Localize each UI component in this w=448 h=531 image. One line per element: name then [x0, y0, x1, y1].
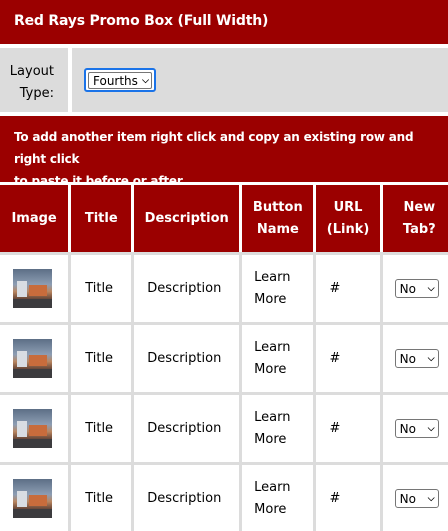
description-cell[interactable]: Description	[131, 462, 240, 531]
building-photo-thumbnail[interactable]	[13, 339, 52, 378]
image-cell[interactable]	[0, 462, 69, 531]
chevron-down-icon: ⌵	[427, 353, 435, 364]
url-cell[interactable]: #	[313, 322, 380, 392]
new-tab-cell: No ⌵	[379, 462, 448, 531]
image-cell[interactable]	[0, 252, 69, 322]
column-header-title: Title	[68, 182, 132, 252]
column-header-description: Description	[131, 182, 240, 252]
url-cell[interactable]: #	[313, 252, 380, 322]
page-header: Red Rays Promo Box (Full Width)	[0, 0, 448, 44]
header-title: Red Rays Promo Box (Full Width)	[14, 13, 269, 29]
table-row: Title Description Learn More # No ⌵	[0, 462, 448, 531]
column-header-image: Image	[0, 182, 69, 252]
chevron-down-icon: ⌵	[427, 423, 435, 434]
new-tab-select[interactable]: No ⌵	[394, 419, 439, 438]
table-header-row: Image Title Description Button Name URL (L…	[0, 182, 448, 252]
column-header-button-name: Button Name	[239, 182, 314, 252]
new-tab-select[interactable]: No ⌵	[394, 279, 439, 298]
layout-type-select[interactable]: Fourths ⌵	[88, 72, 152, 89]
new-tab-select[interactable]: No ⌵	[394, 489, 439, 508]
new-tab-cell: No ⌵	[379, 252, 448, 322]
building-photo-thumbnail[interactable]	[13, 269, 52, 308]
description-cell[interactable]: Description	[131, 392, 240, 462]
chevron-down-icon: ⌵	[427, 493, 435, 504]
chevron-down-icon: ⌵	[427, 283, 435, 294]
button-name-cell[interactable]: Learn More	[239, 392, 314, 462]
building-photo-thumbnail[interactable]	[13, 479, 52, 518]
button-name-cell[interactable]: Learn More	[239, 462, 314, 531]
title-cell[interactable]: Title	[68, 392, 132, 462]
layout-type-select-focus[interactable]: Fourths ⌵	[84, 68, 156, 92]
url-cell[interactable]: #	[313, 392, 380, 462]
button-name-cell[interactable]: Learn More	[239, 322, 314, 392]
table-row: Title Description Learn More # No ⌵	[0, 322, 448, 392]
layout-type-value: Fourths	[93, 73, 138, 88]
column-header-url: URL (Link)	[313, 182, 380, 252]
button-name-cell[interactable]: Learn More	[239, 252, 314, 322]
column-header-new-tab: New Tab?	[379, 182, 448, 252]
instructions-line1: To add another item right click and copy…	[14, 130, 414, 166]
new-tab-select[interactable]: No ⌵	[394, 349, 439, 368]
description-cell[interactable]: Description	[131, 322, 240, 392]
divider	[68, 48, 72, 112]
promo-items-table: Image Title Description Button Name URL (L…	[0, 182, 448, 531]
url-cell[interactable]: #	[313, 462, 380, 531]
layout-type-row: Layout Type: Fourths ⌵	[0, 48, 448, 112]
new-tab-cell: No ⌵	[379, 392, 448, 462]
new-tab-cell: No ⌵	[379, 322, 448, 392]
instructions-banner: To add another item right click and copy…	[0, 116, 448, 188]
title-cell[interactable]: Title	[68, 322, 132, 392]
layout-label-line2: Type:	[19, 86, 54, 101]
image-cell[interactable]	[0, 392, 69, 462]
building-photo-thumbnail[interactable]	[13, 409, 52, 448]
table-row: Title Description Learn More # No ⌵	[0, 392, 448, 462]
title-cell[interactable]: Title	[68, 252, 132, 322]
title-cell[interactable]: Title	[68, 462, 132, 531]
layout-type-label: Layout Type:	[0, 48, 68, 112]
table-row: Title Description Learn More # No ⌵	[0, 252, 448, 322]
chevron-down-icon: ⌵	[142, 75, 149, 86]
description-cell[interactable]: Description	[131, 252, 240, 322]
layout-label-line1: Layout	[9, 64, 54, 79]
image-cell[interactable]	[0, 322, 69, 392]
